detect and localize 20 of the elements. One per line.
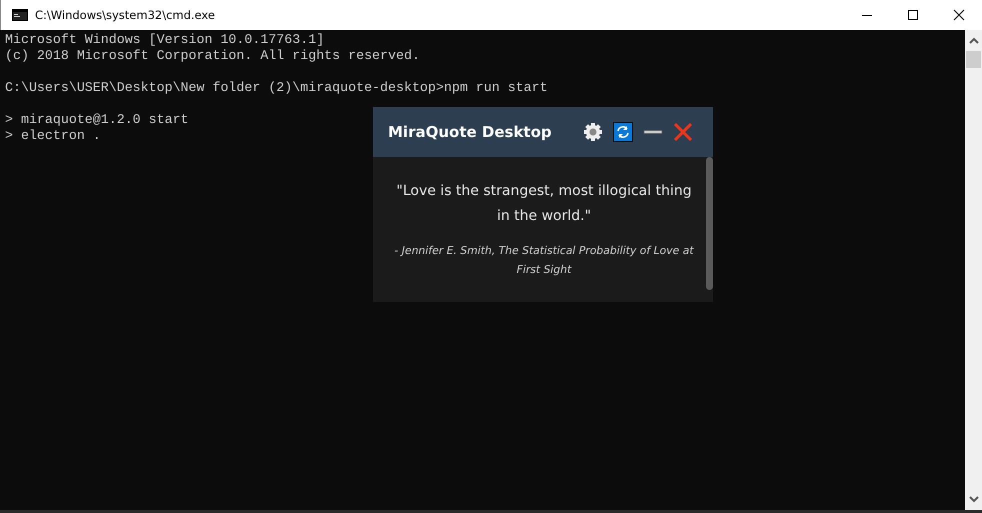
app-title: MiraQuote Desktop bbox=[388, 123, 553, 141]
console-line: (c) 2018 Microsoft Corporation. All rights reserved. bbox=[5, 48, 420, 64]
console-line: > electron . bbox=[5, 128, 101, 144]
scroll-thumb[interactable] bbox=[966, 51, 981, 68]
settings-icon[interactable] bbox=[583, 122, 603, 142]
close-icon bbox=[953, 9, 965, 21]
scroll-thumb[interactable] bbox=[706, 157, 713, 290]
maximize-icon bbox=[907, 9, 919, 21]
scroll-up-icon[interactable] bbox=[968, 37, 978, 44]
quote-attribution: - Jennifer E. Smith, The Statistical Probability of Love at First Sight bbox=[393, 243, 695, 278]
console-icon bbox=[12, 9, 28, 21]
window-title: C:\Windows\system32\cmd.exe bbox=[35, 8, 215, 22]
console-line: C:\Users\USER\Desktop\New folder (2)\miraquote-desktop>npm run start bbox=[5, 80, 548, 96]
console-line: Microsoft Windows [Version 10.0.17763.1] bbox=[5, 32, 324, 48]
quote-text: "Love is the strangest, most illogical thing in the world." bbox=[395, 182, 693, 226]
scroll-down-icon[interactable] bbox=[968, 496, 978, 503]
close-icon[interactable] bbox=[673, 122, 693, 142]
refresh-icon[interactable] bbox=[613, 122, 633, 142]
scrollbar[interactable] bbox=[965, 30, 982, 510]
console-line: > miraquote@1.2.0 start bbox=[5, 112, 189, 128]
